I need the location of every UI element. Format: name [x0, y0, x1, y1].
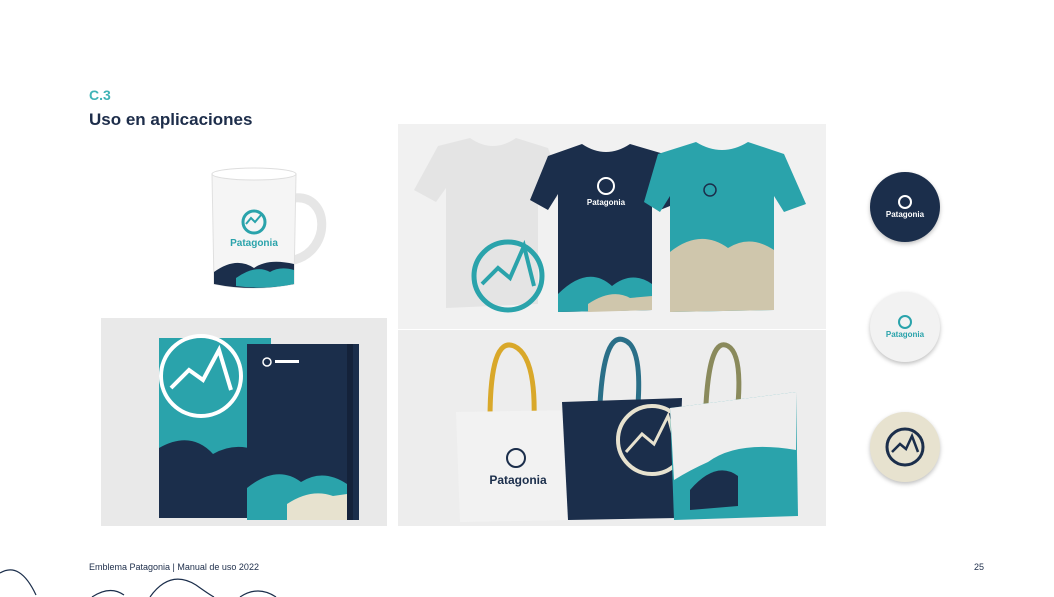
mug-brand-label: Patagonia: [230, 238, 278, 249]
button-badge-cream: [870, 412, 940, 482]
emblem-icon: [885, 427, 925, 467]
notebooks-mockup: [101, 318, 387, 526]
section-code: C.3: [89, 87, 111, 103]
mug-mockup: Patagonia: [196, 160, 346, 296]
tshirts-mockup: Patagonia: [398, 124, 826, 329]
manual-page: C.3 Uso en aplicaciones Patagonia Patago…: [0, 0, 1054, 597]
decorative-wave-line: [0, 569, 277, 597]
navy-tee-brand-label: Patagonia: [587, 198, 626, 207]
tote-bags-mockup: Patagonia: [398, 330, 826, 526]
badge-brand-label: Patagonia: [885, 210, 925, 219]
button-badge-navy: Patagonia: [870, 172, 940, 242]
tote-brand-label: Patagonia: [489, 473, 547, 487]
section-title: Uso en aplicaciones: [89, 110, 253, 129]
page-number: 25: [974, 562, 985, 572]
emblem-icon: [897, 315, 912, 329]
button-badge-white: Patagonia: [870, 292, 940, 362]
emblem-icon: [897, 195, 912, 209]
badge-brand-label: Patagonia: [885, 330, 925, 339]
